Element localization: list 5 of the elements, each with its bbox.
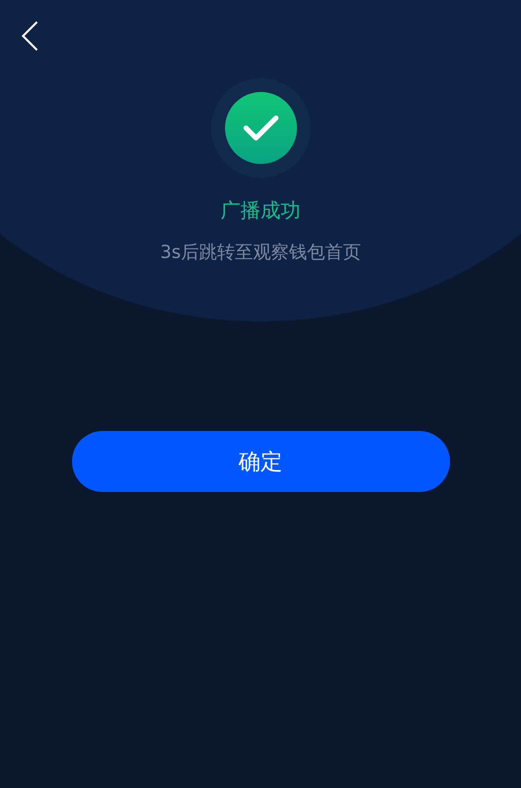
redirect-message: 3s后跳转至观察钱包首页 [160,241,361,265]
confirm-button[interactable]: 确定 [72,431,450,492]
back-icon[interactable] [21,20,39,52]
check-icon [224,92,296,164]
status-title: 广播成功 [220,197,300,224]
